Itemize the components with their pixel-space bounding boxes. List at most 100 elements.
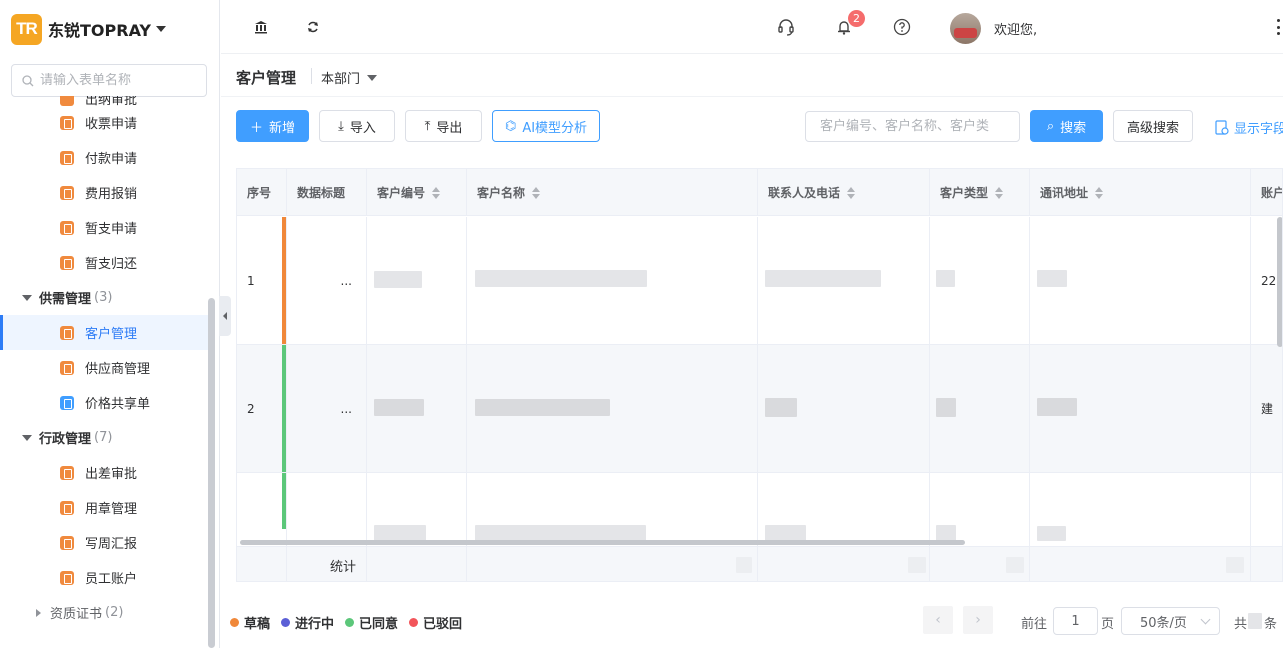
brand-logo-icon: TR — [11, 13, 42, 45]
form-icon — [60, 150, 74, 165]
sidebar-group-count: (7) — [94, 430, 113, 445]
department-select[interactable]: 本部门 — [321, 68, 378, 87]
page-unit-label: 页 — [1101, 617, 1115, 632]
cell-title[interactable]: ... — [287, 217, 367, 344]
search-icon — [22, 74, 34, 86]
form-icon — [60, 500, 74, 515]
sort-icon[interactable] — [995, 186, 1004, 199]
summary-cell — [367, 547, 467, 581]
header-label: 序号 — [247, 186, 272, 200]
sidebar-group-supply[interactable]: 供需管理 (3) — [0, 280, 208, 315]
cell-contact — [758, 345, 930, 472]
dot-icon — [345, 618, 355, 627]
sidebar-subgroup-certs[interactable]: 资质证书 (2) — [0, 595, 208, 630]
legend-draft: 草稿 — [230, 613, 270, 632]
columns-icon — [1215, 120, 1229, 135]
column-header-sortable[interactable]: 通讯地址 — [1030, 169, 1251, 216]
prev-page-button[interactable]: ‹ — [923, 606, 953, 634]
chevron-down-icon — [1200, 614, 1211, 625]
show-fields-label: 显示字段 — [1234, 122, 1283, 137]
dot-icon — [281, 618, 291, 627]
sort-icon[interactable] — [532, 186, 541, 199]
sidebar-group-count: (2) — [105, 605, 124, 620]
table-row[interactable]: 2 ... 建 — [237, 345, 1282, 473]
sidebar-item-advance[interactable]: 暂支申请 — [0, 210, 208, 245]
data-table: 序号 数据标题 客户编号 客户名称 联系人及电话 客户类型 通讯地址 账户 1 … — [236, 168, 1283, 582]
advanced-search-button[interactable]: 高级搜索 — [1113, 110, 1193, 142]
sidebar-collapse-toggle[interactable] — [219, 296, 231, 336]
ai-label: AI模型分析 — [522, 120, 588, 136]
robot-icon: ⌬ — [504, 118, 517, 134]
menu-search-input[interactable] — [40, 73, 190, 88]
caret-down-icon — [22, 294, 32, 301]
table-search-input[interactable] — [806, 112, 1019, 141]
welcome-text: 欢迎您, — [994, 23, 1038, 38]
table-horizontal-scrollbar[interactable] — [240, 540, 965, 545]
help-icon[interactable] — [892, 17, 912, 37]
refresh-icon[interactable] — [303, 17, 323, 37]
sidebar-item-label: 客户管理 — [85, 327, 138, 342]
sidebar-item-customers[interactable]: 客户管理 — [0, 315, 208, 350]
headset-icon[interactable] — [776, 17, 796, 37]
cell-title[interactable]: ... — [287, 345, 367, 472]
column-header-sortable[interactable]: 客户名称 — [467, 169, 758, 216]
summary-cell — [467, 547, 758, 581]
import-button[interactable]: ⤓ 导入 — [319, 110, 395, 142]
table-row[interactable]: 1 ... 22 — [237, 217, 1282, 345]
status-bar-draft — [282, 217, 286, 344]
form-icon — [60, 115, 74, 130]
sidebar-item-receipt[interactable]: 收票申请 — [0, 105, 208, 140]
sidebar-scrollbar[interactable] — [208, 298, 215, 648]
show-fields-link[interactable]: 显示字段 — [1215, 118, 1283, 137]
sidebar-item-label: 暂支归还 — [85, 257, 138, 272]
sort-icon[interactable] — [432, 186, 441, 199]
sidebar-item-price-share[interactable]: 价格共享单 — [0, 385, 208, 420]
bank-icon[interactable] — [251, 17, 271, 37]
sort-icon[interactable] — [847, 186, 856, 199]
ai-analysis-button[interactable]: ⌬ AI模型分析 — [492, 110, 600, 142]
column-header-sortable[interactable]: 联系人及电话 — [758, 169, 930, 216]
summary-row: 统计 — [237, 546, 1282, 581]
search-button[interactable]: ⌕ 搜索 — [1030, 110, 1103, 142]
next-page-button[interactable]: › — [963, 606, 993, 634]
table-vertical-scrollbar[interactable] — [1277, 217, 1282, 347]
dot-icon — [230, 618, 239, 627]
sidebar-item-label: 写周汇报 — [85, 537, 138, 552]
page-size-select[interactable]: 50条/页 — [1121, 607, 1220, 635]
column-header-sortable[interactable]: 客户类型 — [930, 169, 1030, 216]
sidebar-group-admin[interactable]: 行政管理 (7) — [0, 420, 208, 455]
sidebar-group-label: 资质证书 — [50, 607, 103, 622]
table-search — [805, 111, 1020, 142]
sidebar-item-payment[interactable]: 付款申请 — [0, 140, 208, 175]
sidebar-item-label: 出差审批 — [85, 467, 138, 482]
total-suffix: 条 — [1264, 617, 1278, 632]
column-header: 序号 — [237, 169, 287, 216]
total-count-redacted — [1248, 613, 1262, 629]
sidebar-item-suppliers[interactable]: 供应商管理 — [0, 350, 208, 385]
legend-in-progress: 进行中 — [281, 613, 334, 632]
sidebar-item-travel[interactable]: 出差审批 — [0, 455, 208, 490]
page-jump-input[interactable]: 1 — [1053, 607, 1098, 635]
sidebar-item-weekly[interactable]: 写周汇报 — [0, 525, 208, 560]
sidebar-item-accounts[interactable]: 员工账户 — [0, 560, 208, 595]
add-button[interactable]: ＋ 新增 — [236, 110, 309, 142]
goto-label: 前往 — [1021, 617, 1048, 632]
form-icon — [60, 360, 74, 375]
import-label: 导入 — [349, 120, 376, 136]
form-icon — [60, 220, 74, 235]
sort-icon[interactable] — [1095, 186, 1104, 199]
column-header: 数据标题 — [287, 169, 367, 216]
caret-down-icon — [22, 434, 32, 441]
avatar[interactable] — [950, 13, 981, 44]
column-header-sortable[interactable]: 客户编号 — [367, 169, 467, 216]
summary-cell — [1030, 547, 1251, 581]
sidebar-item-seal[interactable]: 用章管理 — [0, 490, 208, 525]
export-button[interactable]: ⤒ 导出 — [405, 110, 482, 142]
sidebar-item-expense[interactable]: 费用报销 — [0, 175, 208, 210]
header-label: 客户类型 — [940, 186, 989, 200]
more-icon[interactable] — [1277, 19, 1281, 35]
sidebar-item-advance-return[interactable]: 暂支归还 — [0, 245, 208, 280]
brand-switcher[interactable]: TR 东锐TOPRAY — [11, 13, 167, 45]
department-label: 本部门 — [321, 72, 361, 87]
legend-label: 草稿 — [244, 617, 271, 632]
